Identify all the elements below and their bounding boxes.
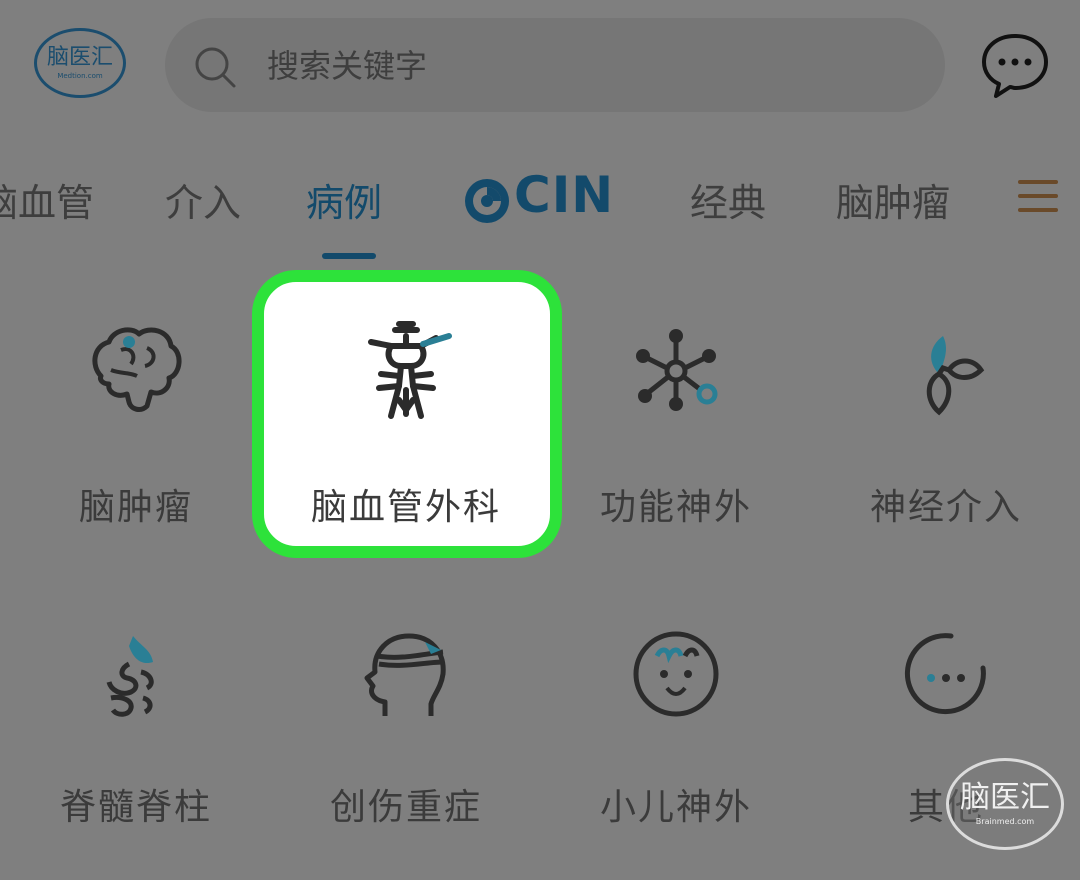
- active-tab-indicator: [322, 253, 376, 259]
- watermark-text: 脑医汇: [960, 779, 1050, 815]
- network-node-icon: [636, 329, 718, 411]
- category-pediatric-neurosurgery[interactable]: 小儿神外: [546, 590, 806, 850]
- category-label: 神经介入: [869, 487, 1022, 528]
- brain-icon: [92, 327, 182, 412]
- chat-bubble-icon[interactable]: [980, 32, 1050, 100]
- spine-icon: [106, 636, 154, 717]
- watermark-subtext: Brainmed.com: [975, 816, 1035, 826]
- app-logo[interactable]: 脑医汇 Medtion.com: [34, 28, 126, 98]
- category-neurointervention[interactable]: 神经介入: [816, 290, 1076, 550]
- tab-classic[interactable]: 经典: [690, 172, 766, 227]
- search-input[interactable]: [265, 42, 869, 90]
- watermark-logo: 脑医汇 Brainmed.com: [946, 758, 1064, 850]
- tab-brain-tumor[interactable]: 脑肿瘤: [836, 172, 950, 227]
- category-cerebrovascular-surgery[interactable]: 脑血管外科: [276, 290, 536, 550]
- cerebral-vessel-icon: [368, 321, 452, 419]
- category-label: 脊髓脊柱: [59, 787, 212, 828]
- category-brain-tumor[interactable]: 脑肿瘤: [6, 290, 266, 550]
- cin-logo-icon: [465, 179, 509, 223]
- more-dots-icon: [904, 633, 986, 715]
- child-face-icon: [633, 631, 719, 717]
- tab-cases[interactable]: 病例: [306, 172, 382, 227]
- search-bar[interactable]: [165, 18, 945, 112]
- category-spine[interactable]: 脊髓脊柱: [6, 590, 266, 850]
- tab-intervention[interactable]: 介入: [165, 172, 241, 227]
- category-label: 小儿神外: [599, 787, 752, 828]
- category-trauma-critical-care[interactable]: 创伤重症: [276, 590, 536, 850]
- category-functional-neurosurgery[interactable]: 功能神外: [546, 290, 806, 550]
- leaf-icon: [926, 336, 985, 416]
- cin-tab-label: CIN: [514, 166, 615, 224]
- tab-cin[interactable]: CIN: [462, 166, 613, 228]
- tab-cerebrovascular[interactable]: 脑血管: [0, 172, 94, 227]
- logo-text: 脑医汇: [46, 44, 113, 70]
- category-label: 功能神外: [599, 487, 752, 528]
- head-bandage-icon: [364, 633, 446, 716]
- category-label: 脑肿瘤: [78, 487, 193, 528]
- category-label: 创伤重症: [329, 787, 482, 828]
- search-icon: [195, 47, 236, 88]
- logo-subtext: Medtion.com: [57, 71, 103, 80]
- menu-icon[interactable]: [1018, 180, 1060, 214]
- category-label: 脑血管外科: [310, 487, 501, 528]
- category-tabs: 脑血管 介入 病例 CIN 经典 脑肿瘤: [0, 160, 1080, 270]
